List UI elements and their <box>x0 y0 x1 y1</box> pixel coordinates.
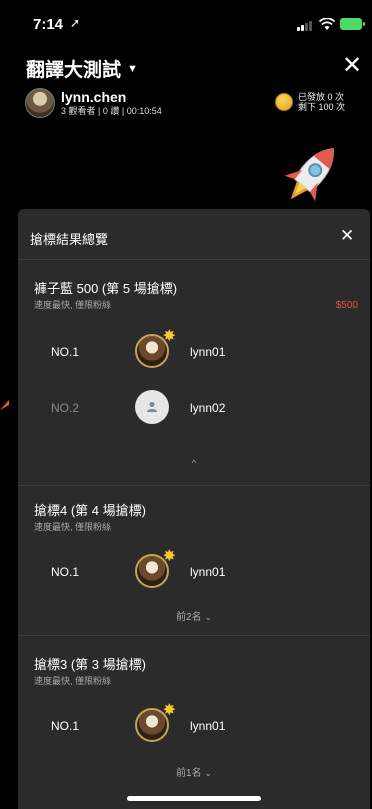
expand-button[interactable]: 前2名 ⌄ <box>18 608 370 623</box>
collapse-button[interactable]: ^ <box>18 458 370 469</box>
arrow-indicator-icon <box>0 400 9 410</box>
host-stats: 3 觀看者 | 0 讚 | 00:10:54 <box>61 105 162 116</box>
coins-remaining: 剩下 100 次 <box>298 102 346 112</box>
winner-username: lynn01 <box>190 719 226 733</box>
winner-username: lynn01 <box>190 345 226 359</box>
auction-results-sheet: 搶標結果總覽 ✕ 褲子藍 500 (第 5 場搶標) 速度最快, 僅限粉絲 $5… <box>18 209 370 809</box>
winner-row[interactable]: NO.1 lynn01 <box>18 546 370 592</box>
winner-row[interactable]: NO.2 lynn02 <box>18 388 370 428</box>
coins-issued: 已發放 0 次 <box>298 92 345 102</box>
winner-rank: NO.1 <box>51 345 80 359</box>
chevron-down-icon: ▼ <box>127 62 138 75</box>
battery-charging-icon <box>340 18 365 30</box>
winner-rank: NO.1 <box>51 565 80 579</box>
auction-rules: 速度最快, 僅限粉絲 <box>34 300 112 310</box>
auction-section: 搶標4 (第 4 場搶標) 速度最快, 僅限粉絲 NO.1 lynn01 前2名… <box>18 485 370 635</box>
winner-avatar <box>135 700 176 742</box>
expand-label: 前2名 <box>176 612 202 623</box>
winner-username: lynn01 <box>190 565 226 579</box>
sheet-title: 搶標結果總覽 <box>30 232 109 247</box>
room-title: 翻譯大測試 <box>26 60 122 81</box>
host-name: lynn.chen <box>61 88 127 105</box>
home-indicator[interactable] <box>127 796 261 801</box>
wifi-icon <box>319 18 335 30</box>
room-title-dropdown[interactable]: 翻譯大測試 ▼ <box>26 55 138 82</box>
auction-title: 搶標3 (第 3 場搶標) <box>34 657 146 672</box>
status-bar: 7:14 ➚ <box>0 0 372 44</box>
auction-rules: 速度最快, 僅限粉絲 <box>34 676 112 686</box>
close-icon[interactable]: ✕ <box>342 54 362 78</box>
winner-avatar <box>135 326 176 368</box>
winner-row[interactable]: NO.1 lynn01 <box>18 326 370 372</box>
auction-price: $500 <box>335 300 358 311</box>
location-arrow-icon: ➚ <box>70 16 81 30</box>
auction-title: 褲子藍 500 (第 5 場搶標) <box>34 281 178 296</box>
auction-section: 褲子藍 500 (第 5 場搶標) 速度最快, 僅限粉絲 $500 NO.1 l… <box>18 259 370 485</box>
close-sheet-icon[interactable]: ✕ <box>340 226 354 246</box>
auction-rules: 速度最快, 僅限粉絲 <box>34 522 112 532</box>
default-avatar-icon <box>135 390 169 424</box>
avatar <box>25 88 55 118</box>
chevron-down-icon: ⌄ <box>204 612 212 622</box>
coin-icon <box>275 93 293 111</box>
auction-section: 搶標3 (第 3 場搶標) 速度最快, 僅限粉絲 NO.1 lynn01 前1名… <box>18 635 370 809</box>
coin-status: 已發放 0 次 剩下 100 次 <box>275 92 345 112</box>
host-info[interactable]: lynn.chen 3 觀看者 | 0 讚 | 00:10:54 <box>25 88 162 118</box>
winner-rank: NO.1 <box>51 719 80 733</box>
winner-avatar <box>135 546 176 588</box>
expand-label: 前1名 <box>176 768 202 779</box>
chevron-down-icon: ⌄ <box>204 768 212 778</box>
winner-rank: NO.2 <box>51 401 80 415</box>
rocket-icon[interactable] <box>282 137 342 212</box>
cellular-signal-icon <box>297 21 313 31</box>
status-time: 7:14 <box>33 16 64 33</box>
winner-row[interactable]: NO.1 lynn01 <box>18 700 370 746</box>
auction-title: 搶標4 (第 4 場搶標) <box>34 503 146 518</box>
expand-button[interactable]: 前1名 ⌄ <box>18 764 370 779</box>
chevron-up-icon: ^ <box>191 458 197 468</box>
winner-username: lynn02 <box>190 401 226 415</box>
